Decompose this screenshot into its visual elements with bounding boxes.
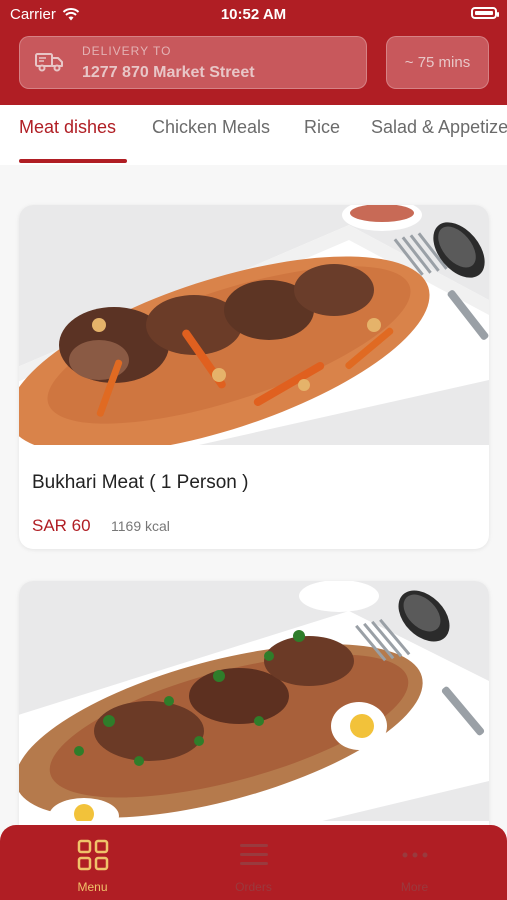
menu-item-card[interactable]: Bukhari Meat ( 1 Person ) SAR 60 1169 kc… xyxy=(19,205,489,549)
dish-name: Bukhari Meat ( 1 Person ) xyxy=(32,472,249,493)
tab-rice[interactable]: Rice xyxy=(304,117,340,138)
nav-more[interactable]: More xyxy=(330,825,499,900)
nav-menu[interactable]: Menu xyxy=(8,825,177,900)
dish-calories: 1169 kcal xyxy=(111,518,170,534)
truck-icon xyxy=(35,53,63,72)
tab-salad-appetizers[interactable]: Salad & Appetizers xyxy=(371,117,507,138)
eta-label: ~ 75 mins xyxy=(404,54,471,71)
nav-more-label: More xyxy=(400,880,429,894)
more-icon xyxy=(402,852,428,858)
grid-icon xyxy=(77,839,109,871)
delivery-address: 1277 870 Market Street xyxy=(82,64,255,81)
app-header: Carrier 10:52 AM DELIVERY TO 1277 870 Ma… xyxy=(0,0,507,105)
dish-image xyxy=(19,581,489,821)
bottom-tab-bar: Menu Orders More xyxy=(0,825,507,900)
nav-menu-label: Menu xyxy=(77,880,108,894)
tab-meat-dishes[interactable]: Meat dishes xyxy=(19,117,116,138)
status-time: 10:52 AM xyxy=(220,6,287,23)
list-icon xyxy=(240,844,268,865)
menu-list[interactable]: Bukhari Meat ( 1 Person ) SAR 60 1169 kc… xyxy=(0,165,507,825)
dish-price: SAR 60 xyxy=(32,516,91,535)
tab-chicken-meals[interactable]: Chicken Meals xyxy=(152,117,270,138)
active-tab-indicator xyxy=(19,159,127,163)
category-tabs: Meat dishes Chicken Meals Rice Salad & A… xyxy=(0,105,507,165)
menu-item-card[interactable] xyxy=(19,581,489,825)
nav-orders-label: Orders xyxy=(235,880,272,894)
eta-button[interactable]: ~ 75 mins xyxy=(386,36,489,89)
status-bar: Carrier 10:52 AM xyxy=(0,0,507,30)
dish-image xyxy=(19,205,489,445)
delivery-address-button[interactable]: DELIVERY TO 1277 870 Market Street xyxy=(19,36,367,89)
delivery-label: DELIVERY TO xyxy=(82,44,172,58)
nav-orders[interactable]: Orders xyxy=(169,825,338,900)
battery-icon xyxy=(471,7,499,19)
